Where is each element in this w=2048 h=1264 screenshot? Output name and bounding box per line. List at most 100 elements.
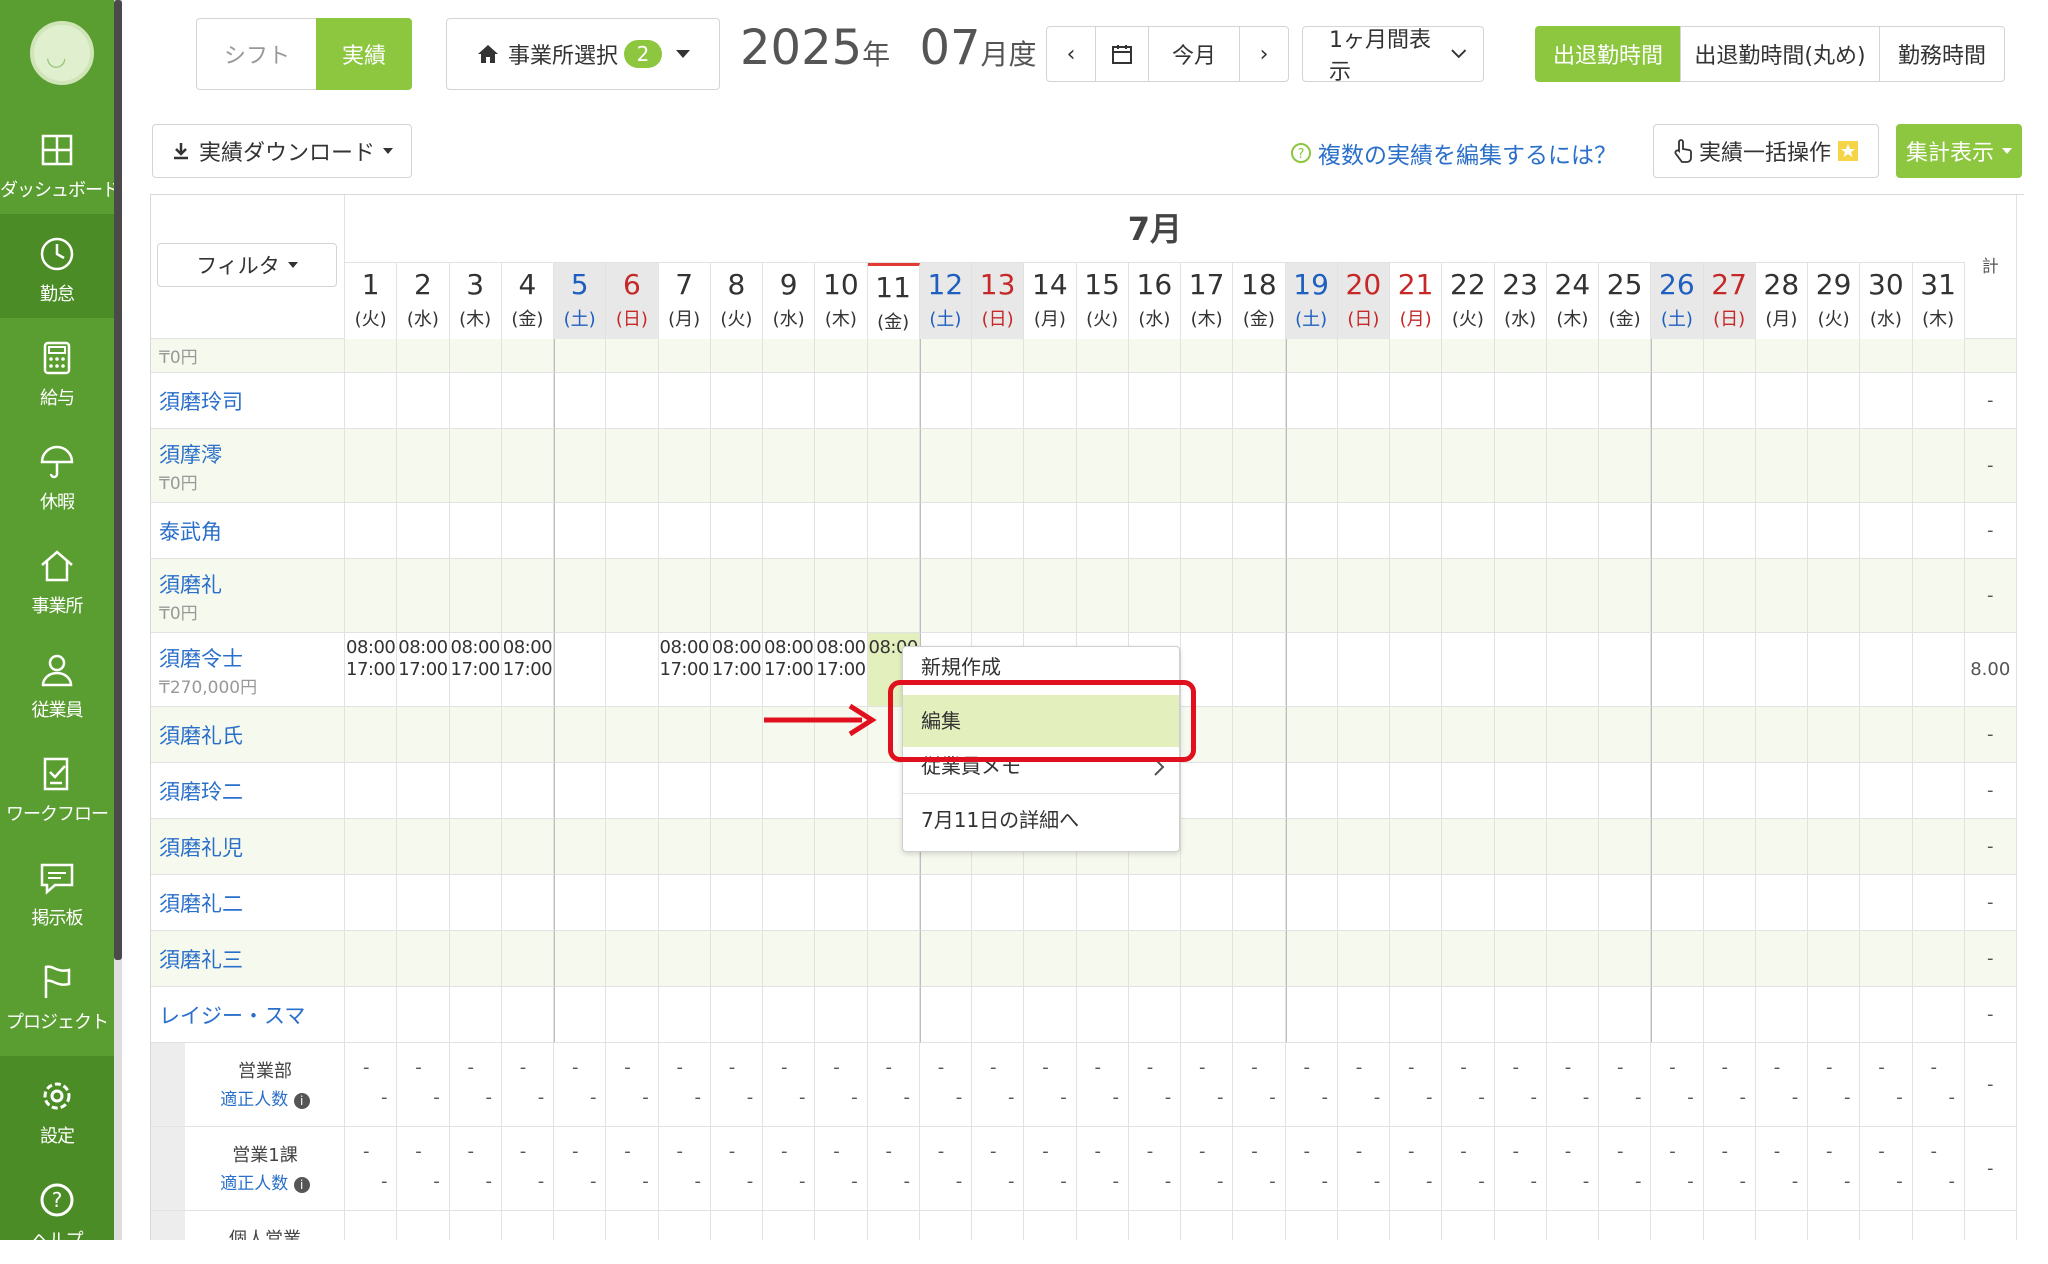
employee-name-link[interactable]: 泰武角 <box>159 516 344 546</box>
day-cell[interactable] <box>1285 559 1338 633</box>
day-cell[interactable] <box>815 503 868 559</box>
day-cell[interactable] <box>972 931 1025 987</box>
day-cell[interactable] <box>1337 503 1390 559</box>
day-cell[interactable] <box>1651 707 1704 763</box>
view-tab-clock[interactable]: 出退勤時間 <box>1535 26 1681 82</box>
day-cell[interactable] <box>1808 987 1861 1043</box>
day-cell[interactable] <box>1912 633 1965 707</box>
day-cell[interactable] <box>919 373 972 429</box>
day-cell[interactable] <box>1912 429 1965 503</box>
day-cell[interactable] <box>1755 987 1808 1043</box>
day-cell[interactable] <box>658 373 711 429</box>
employee-name-link[interactable]: 須磨玲二 <box>159 776 344 806</box>
day-cell[interactable] <box>345 707 398 763</box>
day-cell[interactable] <box>1442 987 1495 1043</box>
shift-entry[interactable]: 08:00 17:00 <box>398 637 448 681</box>
day-cell[interactable] <box>1912 559 1965 633</box>
day-cell[interactable] <box>867 987 920 1043</box>
day-cell[interactable] <box>1181 373 1234 429</box>
day-cell[interactable] <box>1599 987 1652 1043</box>
day-cell[interactable] <box>1808 875 1861 931</box>
day-cell[interactable] <box>1860 339 1913 373</box>
scrollbar-thumb[interactable] <box>114 0 122 960</box>
day-cell[interactable] <box>1651 373 1704 429</box>
day-cell[interactable] <box>1703 503 1756 559</box>
day-cell[interactable] <box>710 819 763 875</box>
day-cell[interactable] <box>1546 633 1599 707</box>
day-cell[interactable] <box>1494 373 1547 429</box>
sidebar-item-board[interactable]: 掲示板 <box>0 838 114 942</box>
day-cell[interactable] <box>1024 931 1077 987</box>
employee-name-link[interactable]: レイジー・スマ <box>159 1000 344 1030</box>
view-tab-work-hours[interactable]: 勤務時間 <box>1879 26 2005 82</box>
day-cell[interactable] <box>345 373 398 429</box>
day-cell[interactable] <box>449 707 502 763</box>
sidebar-item-dashboard[interactable]: ダッシュボード <box>0 110 120 214</box>
day-cell[interactable] <box>919 339 972 373</box>
day-cell[interactable] <box>1912 875 1965 931</box>
day-cell[interactable] <box>501 707 554 763</box>
day-cell[interactable] <box>1860 875 1913 931</box>
day-cell[interactable] <box>1755 373 1808 429</box>
day-cell[interactable] <box>1808 763 1861 819</box>
day-cell[interactable] <box>1337 339 1390 373</box>
day-cell[interactable] <box>1337 707 1390 763</box>
day-cell[interactable] <box>1442 931 1495 987</box>
employee-name-link[interactable]: 須磨令士 <box>159 643 344 673</box>
day-cell[interactable] <box>554 931 607 987</box>
day-cell[interactable] <box>815 875 868 931</box>
day-cell[interactable] <box>815 373 868 429</box>
day-cell[interactable] <box>1651 819 1704 875</box>
day-cell[interactable] <box>763 987 816 1043</box>
day-cell[interactable] <box>1337 633 1390 707</box>
day-cell[interactable] <box>972 429 1025 503</box>
day-cell[interactable] <box>1390 503 1443 559</box>
day-cell[interactable] <box>1285 429 1338 503</box>
day-cell[interactable] <box>815 819 868 875</box>
day-cell[interactable] <box>501 931 554 987</box>
day-cell[interactable] <box>1024 987 1077 1043</box>
day-cell[interactable] <box>1651 763 1704 819</box>
day-cell[interactable] <box>1860 931 1913 987</box>
day-cell[interactable] <box>501 503 554 559</box>
day-cell[interactable] <box>1024 875 1077 931</box>
day-cell[interactable] <box>1285 707 1338 763</box>
filter-button[interactable]: フィルタ <box>157 243 337 287</box>
day-cell[interactable] <box>449 875 502 931</box>
day-cell[interactable] <box>1390 931 1443 987</box>
day-cell[interactable] <box>1337 987 1390 1043</box>
day-cell[interactable] <box>1181 819 1234 875</box>
day-cell[interactable] <box>1599 559 1652 633</box>
day-cell[interactable] <box>919 987 972 1043</box>
day-cell[interactable] <box>1808 931 1861 987</box>
day-cell[interactable] <box>1755 503 1808 559</box>
day-cell[interactable] <box>1233 373 1286 429</box>
day-cell[interactable] <box>763 763 816 819</box>
day-cell[interactable] <box>1546 987 1599 1043</box>
day-cell[interactable] <box>919 875 972 931</box>
day-cell[interactable] <box>1233 819 1286 875</box>
day-cell[interactable] <box>658 875 711 931</box>
day-cell[interactable] <box>1494 707 1547 763</box>
day-cell[interactable] <box>1599 503 1652 559</box>
day-cell[interactable] <box>1442 339 1495 373</box>
day-cell[interactable] <box>1703 429 1756 503</box>
day-cell[interactable] <box>1912 819 1965 875</box>
day-cell[interactable] <box>658 987 711 1043</box>
adequate-staff-link[interactable]: 適正人数 i <box>185 1169 345 1194</box>
day-cell[interactable] <box>867 931 920 987</box>
day-cell[interactable] <box>1860 633 1913 707</box>
day-cell[interactable] <box>1546 429 1599 503</box>
day-cell[interactable] <box>1494 931 1547 987</box>
day-cell[interactable] <box>1808 707 1861 763</box>
day-cell[interactable] <box>1024 339 1077 373</box>
day-cell[interactable] <box>867 339 920 373</box>
day-cell[interactable] <box>1860 429 1913 503</box>
day-cell[interactable] <box>1912 987 1965 1043</box>
shift-entry[interactable]: 08:00 17:00 <box>712 637 762 681</box>
day-cell[interactable] <box>554 503 607 559</box>
day-cell[interactable] <box>1076 987 1129 1043</box>
day-cell[interactable] <box>397 429 450 503</box>
day-cell[interactable] <box>1233 429 1286 503</box>
day-cell[interactable] <box>449 763 502 819</box>
